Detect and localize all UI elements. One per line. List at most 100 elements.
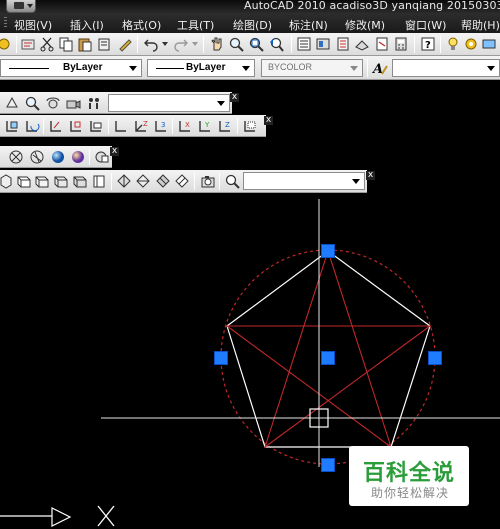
camera-button[interactable] [65,95,81,111]
conceptual-button[interactable] [70,149,86,165]
ucs-y-button[interactable]: Y [197,118,213,134]
undo-button[interactable] [143,36,159,52]
realistic-button[interactable] [50,149,66,165]
design-center-button[interactable] [315,36,331,52]
sweep-button[interactable] [155,173,171,189]
ucs-x-button[interactable]: X [177,118,193,134]
zoom-realtime-button[interactable] [228,36,244,52]
toolbar-separator [414,36,415,53]
visual-styles-manager-button[interactable] [94,149,110,165]
menu-modify[interactable]: 修改(M) [345,17,385,33]
publish-button[interactable] [20,36,36,52]
view-select[interactable] [108,94,230,112]
pan-button[interactable] [209,36,225,52]
menu-dimension[interactable]: 标注(N) [289,17,328,33]
svg-text:Z: Z [225,121,230,129]
sheet-set-button[interactable] [354,36,370,52]
menu-window[interactable]: 窗口(W) [405,17,446,33]
torus-button[interactable] [91,173,107,189]
close-icon[interactable]: x [110,147,119,156]
menu-tools[interactable]: 工具(T) [177,17,214,33]
modeling-toolbar [0,170,367,193]
wedge-button[interactable] [16,173,32,189]
sphere-button[interactable] [53,173,69,189]
ucs-previous-button[interactable] [24,118,40,134]
revolve-button[interactable] [135,173,151,189]
linetype-sample [9,68,49,69]
ucs-arrow-icon [51,507,72,527]
text-style-select[interactable] [392,59,500,77]
lineweight-select[interactable]: ByLayer [147,59,255,77]
toolbar-separator [137,36,138,53]
grip-top[interactable] [321,244,335,258]
toolbar-separator [367,59,368,77]
ucs-view-button[interactable] [88,118,104,134]
redo-dropdown-icon[interactable] [192,42,198,46]
ucs-z-button[interactable]: Z [217,118,233,134]
ucs-origin-button[interactable] [113,118,129,134]
zoom-window-button[interactable] [248,36,264,52]
cylinder-button[interactable] [72,173,88,189]
tool-palettes-button[interactable] [335,36,351,52]
title-bar: AutoCAD 2010 acadiso3D yanqiang 20150303… [0,0,500,13]
menu-help[interactable]: 帮助(H) [461,17,500,33]
box-button[interactable] [0,173,14,189]
ucs-3point-button[interactable]: 3 [153,118,169,134]
text-style-button[interactable]: A [372,60,388,76]
linetype-select[interactable]: ByLayer [0,59,142,77]
grip-center[interactable] [321,351,335,365]
lightbulb-button[interactable] [445,36,461,52]
ucs-object-button[interactable] [68,118,84,134]
app-menu-button[interactable] [6,0,36,13]
undo-icon [144,39,158,52]
redo-button[interactable] [173,36,189,52]
svg-text:A: A [372,62,383,76]
orbit-button[interactable] [45,95,61,111]
paste-special-button[interactable] [96,36,112,52]
close-icon[interactable]: x [230,93,239,102]
ucs-face-button[interactable] [48,118,64,134]
3d-wireframe-button[interactable] [29,149,45,165]
grip-bottom[interactable] [321,458,335,472]
properties-button[interactable] [296,36,312,52]
calculator-button[interactable] [393,36,409,52]
watermark-title: 百科全说 [363,461,456,486]
cone-button[interactable] [34,173,50,189]
help-button[interactable]: ? [420,36,436,52]
2d-wireframe-button[interactable] [8,149,24,165]
layer-extra-button[interactable] [481,36,497,52]
menu-draw[interactable]: 绘图(D) [233,17,272,33]
undo-dropdown-icon[interactable] [162,42,168,46]
ucs-apply-button[interactable] [242,118,258,134]
named-view-select[interactable] [243,172,365,190]
menu-bar: 视图(V) 插入(I) 格式(O) 工具(T) 绘图(D) 标注(N) 修改(M… [0,13,500,33]
ucs-button[interactable] [4,118,20,134]
pan-3d-button[interactable] [4,95,20,111]
grip-left[interactable] [214,351,228,365]
copy-button[interactable] [58,36,74,52]
menu-view[interactable]: 视图(V) [14,17,52,33]
loft-button[interactable] [174,173,190,189]
close-icon[interactable]: x [366,171,375,180]
ucs-z-axis-button[interactable]: Z [133,118,149,134]
markup-button[interactable] [374,36,390,52]
camera-view-button[interactable] [200,173,216,189]
match-properties-button[interactable] [0,36,12,52]
menu-format[interactable]: 格式(O) [122,17,161,33]
plotstyle-select[interactable]: BYCOLOR [261,59,363,77]
zoom-previous-button[interactable] [268,36,284,52]
svg-text:X: X [185,121,190,129]
layer-state-button[interactable] [463,36,479,52]
close-icon[interactable]: x [264,116,273,125]
extrude-button[interactable] [116,173,132,189]
paste-button[interactable] [77,36,93,52]
grip-right[interactable] [428,351,442,365]
3d-zoom-button[interactable] [224,173,240,189]
menu-insert[interactable]: 插入(I) [70,17,104,33]
match-button[interactable] [117,36,133,52]
properties-toolbar: ByLayer ByLayer BYCOLOR A [0,56,500,80]
cut-button[interactable] [39,36,55,52]
watermark-subtitle: 助你轻松解决 [371,486,450,500]
walk-button[interactable] [86,95,102,111]
zoom-button[interactable] [24,95,40,111]
